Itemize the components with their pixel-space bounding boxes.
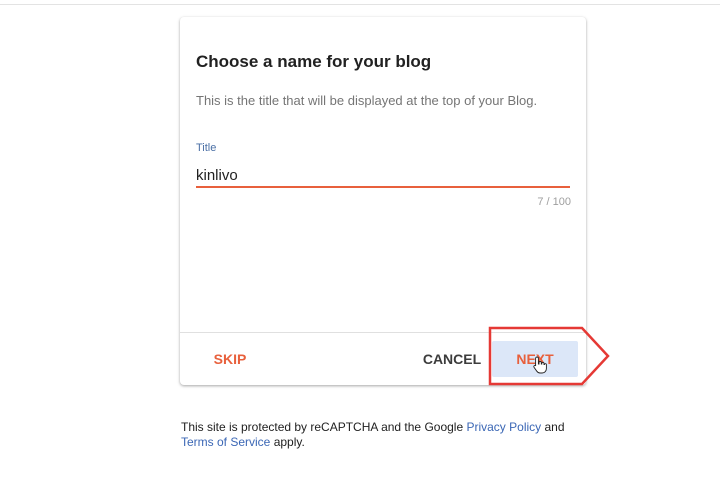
notice-text-end: apply. bbox=[270, 435, 305, 449]
top-divider bbox=[0, 4, 720, 5]
dialog-description: This is the title that will be displayed… bbox=[196, 93, 538, 108]
title-input-underline bbox=[196, 186, 570, 188]
privacy-policy-link[interactable]: Privacy Policy bbox=[466, 420, 541, 434]
dialog-title: Choose a name for your blog bbox=[196, 52, 432, 71]
notice-text-middle: and bbox=[541, 420, 565, 434]
actions-divider bbox=[180, 332, 586, 333]
notice-text: This site is protected by reCAPTCHA and … bbox=[181, 420, 467, 434]
title-input[interactable] bbox=[196, 163, 570, 187]
character-counter: 7 / 100 bbox=[537, 196, 571, 208]
skip-button[interactable]: SKIP bbox=[200, 341, 260, 377]
recaptcha-notice: This site is protected by reCAPTCHA and … bbox=[181, 420, 601, 450]
terms-of-service-link[interactable]: Terms of Service bbox=[181, 435, 270, 449]
next-button[interactable]: NEXT bbox=[492, 341, 578, 377]
blog-name-dialog: Choose a name for your blog This is the … bbox=[180, 17, 586, 385]
title-field-label: Title bbox=[196, 142, 217, 154]
cancel-button[interactable]: CANCEL bbox=[420, 341, 484, 377]
